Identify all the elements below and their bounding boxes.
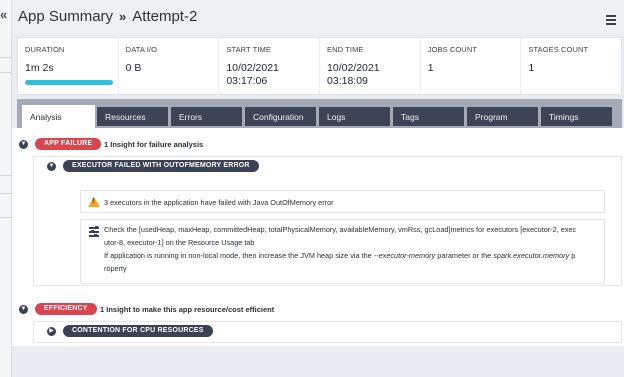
metric-value: 1 bbox=[528, 62, 535, 74]
tab-analysis[interactable]: Analysis bbox=[22, 105, 95, 128]
tab-program[interactable]: Program bbox=[467, 107, 538, 126]
sidebar-divider bbox=[0, 72, 12, 73]
metric-data-io: DATA I/O 0 B bbox=[119, 38, 220, 94]
start-date: 10/02/2021 bbox=[226, 62, 279, 74]
metric-stages-count: STAGES COUNT 1 bbox=[521, 38, 621, 94]
sidebar-divider bbox=[0, 175, 12, 176]
metric-label: START TIME bbox=[226, 45, 271, 54]
breadcrumb: App Summary » Attempt-2 bbox=[18, 8, 197, 25]
efficiency-insight-summary: 1 Insight to make this app resource/cost… bbox=[100, 305, 275, 314]
metric-label: DURATION bbox=[25, 45, 65, 54]
chevron-down-icon[interactable]: ▼ bbox=[19, 140, 28, 149]
chevron-down-icon[interactable]: ▼ bbox=[19, 305, 28, 314]
recommendation-card: Check the [usedHeap, maxHeap, committedH… bbox=[80, 219, 605, 284]
recommendation-line: p bbox=[569, 251, 576, 260]
chevron-right-icon[interactable]: ▶ bbox=[47, 327, 56, 336]
metric-value: 1 bbox=[427, 62, 434, 74]
breadcrumb-separator: » bbox=[119, 9, 127, 24]
efficiency-badge: EFFICIENCY bbox=[35, 303, 97, 315]
sliders-icon bbox=[89, 226, 99, 237]
metric-jobs-count: JOBS COUNT 1 bbox=[421, 38, 522, 94]
metric-label: JOBS COUNT bbox=[427, 45, 478, 54]
executor-memory-param: --executor-memory bbox=[373, 251, 436, 260]
efficiency-category-label: CONTENTION FOR CPU RESOURCES bbox=[63, 325, 213, 337]
recommendation-line: If application is running in non-local m… bbox=[104, 251, 374, 260]
metric-label: END TIME bbox=[327, 45, 364, 54]
summary-metrics: DURATION 1m 2s DATA I/O 0 B START TIME 1… bbox=[17, 37, 622, 95]
failure-insight-summary: 1 Insight for failure analysis bbox=[104, 140, 204, 149]
metric-label: STAGES COUNT bbox=[528, 45, 589, 54]
tab-resources[interactable]: Resources bbox=[97, 107, 168, 126]
metric-value: 10/02/2021 03:17:06 bbox=[226, 62, 312, 88]
breadcrumb-attempt: Attempt-2 bbox=[132, 8, 198, 25]
start-clock: 03:17:06 bbox=[226, 75, 268, 87]
tab-configuration[interactable]: Configuration bbox=[245, 107, 316, 126]
warning-message: 3 executors in the application have fail… bbox=[104, 198, 334, 207]
left-sidebar bbox=[0, 0, 12, 377]
recommendation-line: roperty bbox=[104, 264, 127, 273]
metric-end-time: END TIME 10/02/2021 03:18:09 bbox=[320, 38, 421, 94]
recommendation-text: Check the [usedHeap, maxHeap, committedH… bbox=[104, 223, 604, 275]
recommendation-line: utor-8, executor-1] on the Resource Usag… bbox=[104, 238, 255, 247]
end-date: 10/02/2021 bbox=[327, 62, 380, 74]
warning-card: ! 3 executors in the application have fa… bbox=[80, 190, 605, 213]
sidebar-divider bbox=[0, 193, 12, 194]
warning-icon: ! bbox=[88, 197, 100, 207]
tab-timings[interactable]: Timings bbox=[541, 107, 612, 126]
failure-category-label: EXECUTOR FAILED WITH OUTOFMEMORY ERROR bbox=[63, 160, 259, 172]
duration-progress-bar bbox=[25, 80, 113, 85]
end-clock: 03:18:09 bbox=[327, 75, 368, 87]
metric-label: DATA I/O bbox=[125, 45, 158, 54]
tab-logs[interactable]: Logs bbox=[319, 107, 390, 126]
hamburger-menu-icon[interactable] bbox=[606, 15, 616, 25]
tab-tags[interactable]: Tags bbox=[393, 107, 464, 126]
app-failure-badge: APP FAILURE bbox=[35, 138, 102, 150]
spark-executor-memory-property: spark.executor.memory bbox=[493, 251, 570, 260]
sidebar-divider bbox=[0, 217, 12, 218]
metric-value: 1m 2s bbox=[25, 62, 54, 74]
collapse-sidebar-button[interactable]: « bbox=[0, 7, 7, 22]
tab-errors[interactable]: Errors bbox=[171, 107, 242, 126]
metric-start-time: START TIME 10/02/2021 03:17:06 bbox=[219, 38, 321, 94]
chevron-down-icon[interactable]: ▼ bbox=[47, 162, 56, 171]
breadcrumb-app-summary[interactable]: App Summary bbox=[18, 8, 113, 25]
metric-value: 10/02/2021 03:18:09 bbox=[327, 62, 413, 88]
metric-duration: DURATION 1m 2s bbox=[18, 38, 119, 94]
sidebar-divider bbox=[0, 57, 12, 58]
metric-value: 0 B bbox=[125, 62, 142, 74]
recommendation-line: parameter or the bbox=[435, 251, 494, 260]
page-header: App Summary » Attempt-2 bbox=[12, 0, 624, 34]
recommendation-line: Check the [usedHeap, maxHeap, committedH… bbox=[104, 225, 577, 234]
